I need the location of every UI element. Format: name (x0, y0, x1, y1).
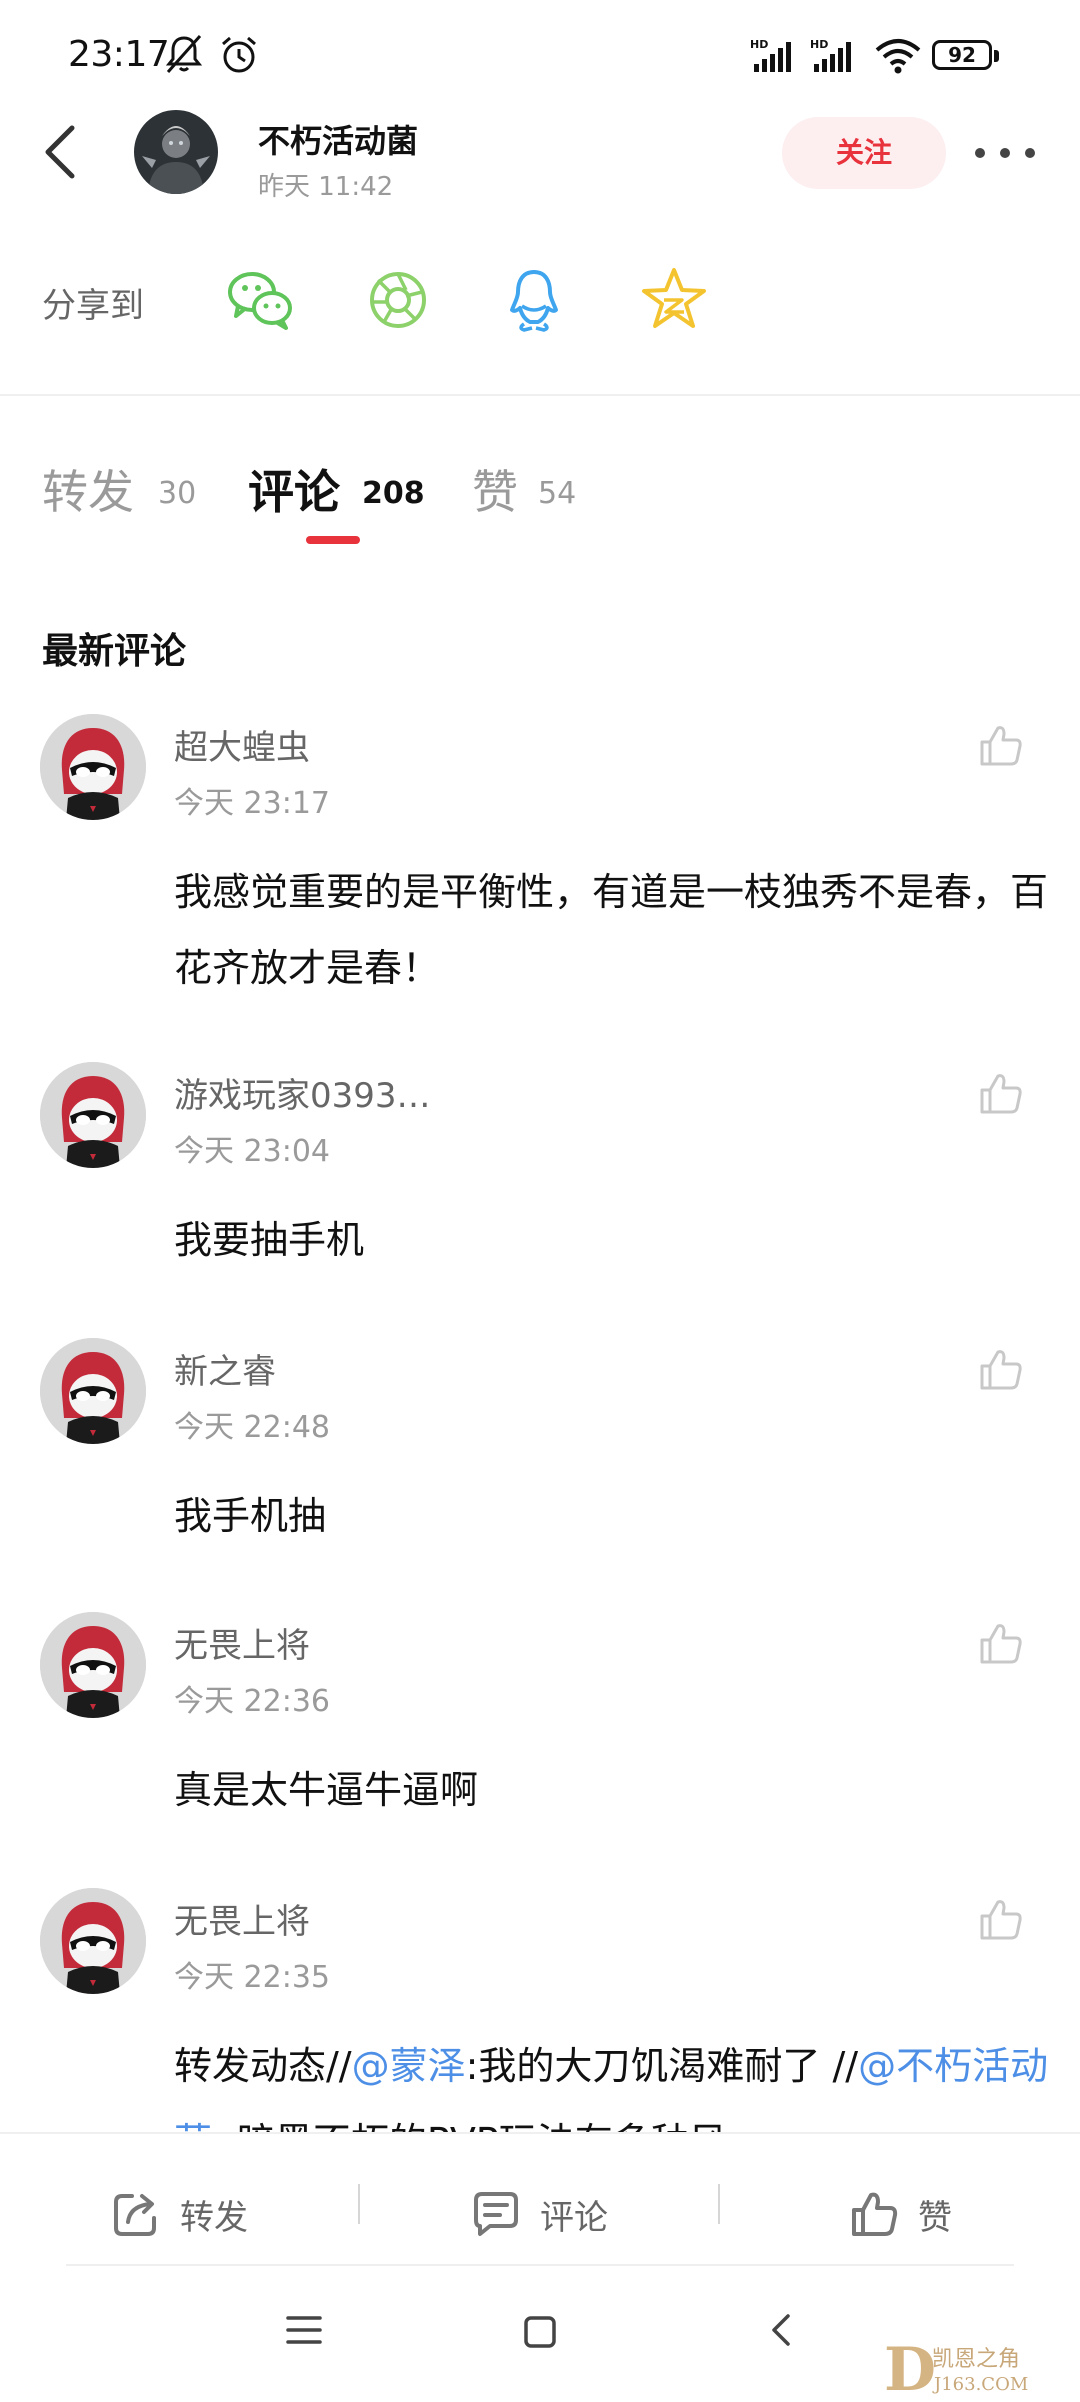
home-icon[interactable] (522, 2314, 558, 2350)
comment-text: 我手机抽 (174, 1494, 327, 1538)
thumbs-up-icon (852, 2192, 898, 2236)
commenter-name[interactable]: 无畏上将 (174, 1894, 310, 1943)
comment-label: 评论 (540, 2197, 608, 2238)
commenter-name[interactable]: 无畏上将 (174, 1618, 310, 1667)
comment-item[interactable]: 超大蝗虫 今天 23:17 我感觉重要的是平衡性，有道是一枝独秀不是春，百花齐放… (0, 714, 1080, 1014)
thumbs-up-icon[interactable] (976, 1618, 1026, 1668)
status-time: 23:17 (68, 34, 170, 75)
tab-comments-count[interactable]: 208 (362, 476, 425, 511)
comment-time: 今天 22:48 (174, 1410, 330, 1445)
status-bar: 23:17 HD HD 92 (0, 0, 1080, 110)
tab-comments[interactable]: 评论 (248, 456, 340, 522)
commenter-name[interactable]: 游戏玩家0393… (174, 1068, 431, 1117)
comment-button[interactable]: 评论 (470, 2174, 608, 2254)
section-title: 最新评论 (42, 631, 187, 672)
comment-time: 今天 22:35 (174, 1960, 330, 1995)
commenter-avatar[interactable] (40, 1062, 146, 1168)
mention-link[interactable]: @蒙泽 (352, 2044, 466, 2088)
comment-text: 真是太牛逼牛逼啊 (174, 1768, 479, 1812)
nav-divider (66, 2264, 1014, 2266)
author-name[interactable]: 不朽活动菌 (258, 116, 418, 162)
thumbs-up-icon[interactable] (976, 1344, 1026, 1394)
tab-likes-count[interactable]: 54 (538, 476, 576, 511)
svg-text:HD: HD (810, 38, 828, 51)
repost-icon (114, 2194, 156, 2236)
tab-reposts[interactable]: 转发 (42, 456, 134, 522)
comment-item[interactable]: 新之睿 今天 22:48 我手机抽 (0, 1338, 1080, 1558)
tab-likes[interactable]: 赞 (472, 456, 518, 522)
repost-button[interactable]: 转发 (110, 2174, 248, 2254)
cellular-signal-icon: HD (750, 38, 800, 78)
recent-apps-icon[interactable] (284, 2312, 324, 2348)
commenter-avatar[interactable] (40, 1338, 146, 1444)
share-label: 分享到 (42, 286, 144, 326)
like-label: 赞 (918, 2197, 952, 2238)
action-divider (358, 2184, 360, 2224)
nav-back-icon[interactable] (766, 2310, 796, 2350)
action-divider (718, 2184, 720, 2224)
repost-label: 转发 (180, 2197, 248, 2238)
qq-icon[interactable] (496, 262, 572, 338)
silent-mode-icon (165, 35, 203, 73)
back-button[interactable] (36, 120, 84, 184)
thumbs-up-icon[interactable] (976, 1894, 1026, 1944)
section-divider (0, 394, 1080, 396)
comment-text: 我感觉重要的是平衡性，有道是一枝独秀不是春，百花齐放才是春！ (174, 870, 1049, 990)
cellular-signal-icon-2: HD (810, 38, 860, 78)
wifi-icon (875, 39, 921, 74)
active-tab-indicator (306, 536, 360, 544)
comment-item[interactable]: 无畏上将 今天 22:35 转发动态//@蒙泽:我的大刀饥渴难耐了 //@不朽活… (0, 1888, 1080, 2132)
svg-text:D: D (884, 2336, 936, 2400)
commenter-name[interactable]: 新之睿 (174, 1344, 276, 1393)
svg-text:J163.COM: J163.COM (932, 2374, 1028, 2395)
comment-text: 我要抽手机 (174, 1218, 365, 1262)
battery-indicator: 92 (932, 40, 1002, 74)
commenter-avatar[interactable] (40, 1612, 146, 1718)
post-time: 昨天 11:42 (258, 172, 394, 202)
comment-time: 今天 23:04 (174, 1134, 330, 1169)
comment-icon (474, 2192, 518, 2236)
more-options-icon[interactable] (970, 136, 1040, 170)
thumbs-up-icon[interactable] (976, 720, 1026, 770)
svg-text:凯恩之角: 凯恩之角 (932, 2347, 1020, 2372)
moments-icon[interactable] (360, 262, 436, 338)
comment-time: 今天 22:36 (174, 1684, 330, 1719)
commenter-name[interactable]: 超大蝗虫 (174, 720, 310, 769)
svg-text:HD: HD (750, 38, 768, 51)
comment-text: 转发动态//@蒙泽:我的大刀饥渴难耐了 //@不朽活动菌: 暗黑不朽的PVP玩法… (174, 2028, 1054, 2132)
commenter-avatar[interactable] (40, 1888, 146, 1994)
battery-level: 92 (948, 43, 976, 67)
like-button[interactable]: 赞 (848, 2174, 952, 2254)
wechat-icon[interactable] (222, 262, 298, 338)
tab-reposts-count[interactable]: 30 (158, 476, 196, 511)
comment-item[interactable]: 游戏玩家0393… 今天 23:04 我要抽手机 (0, 1062, 1080, 1282)
follow-button[interactable]: 关注 (782, 117, 946, 189)
qzone-icon[interactable] (636, 262, 712, 338)
comment-time: 今天 23:17 (174, 786, 330, 821)
comment-item[interactable]: 无畏上将 今天 22:36 真是太牛逼牛逼啊 (0, 1612, 1080, 1832)
alarm-icon (222, 36, 256, 73)
commenter-avatar[interactable] (40, 714, 146, 820)
watermark-logo: D 凯恩之角 J163.COM (884, 2336, 1028, 2400)
author-avatar[interactable] (134, 110, 218, 194)
thumbs-up-icon[interactable] (976, 1068, 1026, 1118)
